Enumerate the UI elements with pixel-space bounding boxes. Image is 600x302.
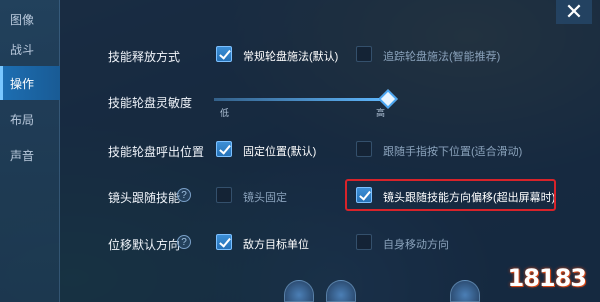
highlight-annotation-box [345,179,556,211]
sidebar-item-sound[interactable]: 声音 [0,138,60,172]
skill-cast-mode-option-b-checkbox[interactable] [356,46,372,62]
wheel-sensitivity-label: 技能轮盘灵敏度 [108,96,193,110]
displacement-direction-help-icon[interactable]: ? [177,235,191,249]
displacement-direction-label: 位移默认方向 [108,238,181,252]
camera-follow-help-icon[interactable]: ? [177,188,191,202]
sidebar-item-controls[interactable]: 操作 [0,66,60,100]
displacement-direction-option-a-checkbox[interactable] [216,234,232,250]
displacement-direction-option-b-checkbox[interactable] [356,234,372,250]
wheel-position-option-a-label[interactable]: 固定位置(默认) [243,143,316,159]
wheel-position-label: 技能轮盘呼出位置 [108,145,205,159]
slider-low-label: 低 [220,108,230,118]
wheel-sensitivity-slider-track[interactable] [214,98,389,101]
wheel-position-option-b-checkbox[interactable] [356,141,372,157]
slider-high-label: 高 [376,108,386,118]
displacement-direction-option-b-label[interactable]: 自身移动方向 [383,236,449,252]
sidebar-item-battle[interactable]: 战斗 [0,32,60,66]
skill-cast-mode-option-a-label[interactable]: 常规轮盘施法(默认) [243,48,338,64]
close-icon[interactable]: ✕ [556,0,592,24]
skill-icon [450,280,480,302]
wheel-position-option-a-checkbox[interactable] [216,141,232,157]
displacement-direction-option-a-label[interactable]: 敌方目标单位 [243,236,309,252]
camera-follow-option-a-label[interactable]: 镜头固定 [243,189,287,205]
skill-icon [284,280,314,302]
skill-icon [326,280,356,302]
sidebar-item-layout[interactable]: 布局 [0,102,60,136]
skill-cast-mode-label: 技能释放方式 [108,50,181,64]
skill-cast-mode-option-b-label[interactable]: 追踪轮盘施法(智能推荐) [383,48,500,64]
camera-follow-label: 镜头跟随技能 [108,191,181,205]
skill-cast-mode-option-a-checkbox[interactable] [216,46,232,62]
settings-sidebar: 图像 战斗 操作 布局 声音 [0,0,60,302]
camera-follow-option-a-checkbox[interactable] [216,187,232,203]
wheel-position-option-b-label[interactable]: 跟随手指按下位置(适合滑动) [383,143,522,159]
site-watermark-logo: 18183 [507,264,587,292]
sidebar-item-image[interactable]: 图像 [0,2,60,36]
